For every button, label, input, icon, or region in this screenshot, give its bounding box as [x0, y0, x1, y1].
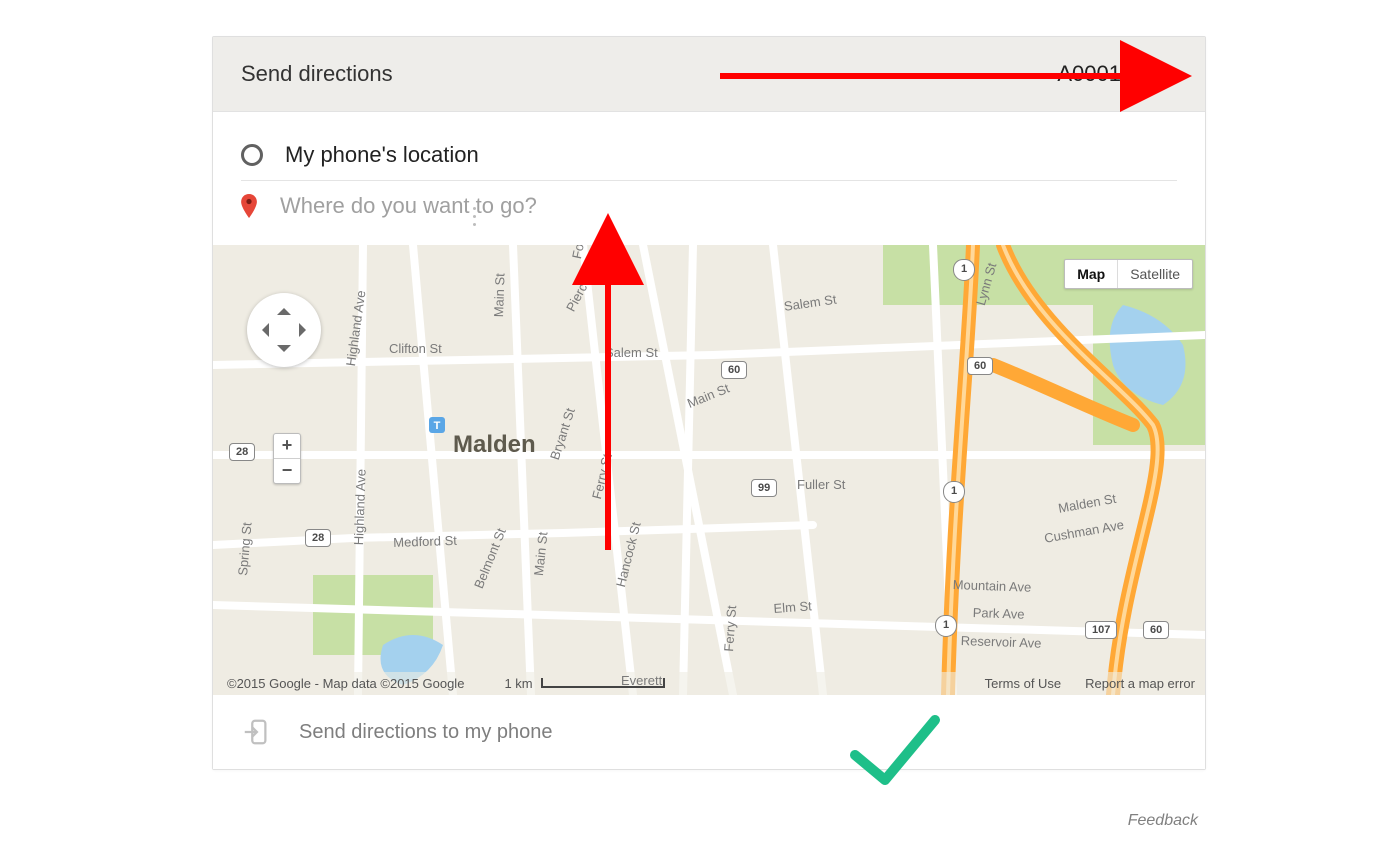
map-street-label: Medford St: [393, 533, 457, 550]
map-street-label: Reservoir Ave: [960, 633, 1041, 651]
map-route-shield: 1: [953, 259, 975, 281]
map-street-label: Ferry St: [721, 605, 739, 652]
map-route-shield: 1: [943, 481, 965, 503]
pan-up-icon: [277, 301, 291, 315]
feedback-link[interactable]: Feedback: [1128, 812, 1198, 830]
send-directions-card: Send directions A0001: [212, 36, 1206, 770]
map-scale-label: 1 km: [504, 676, 532, 691]
map-street-label: Everett: [621, 673, 662, 688]
device-picker[interactable]: A0001: [1057, 57, 1177, 91]
svg-text:T: T: [434, 420, 441, 432]
map-terms-link[interactable]: Terms of Use: [985, 676, 1062, 691]
header-title: Send directions: [241, 61, 393, 87]
phone-icon: [1131, 57, 1153, 91]
map-street-label: Fuller St: [797, 477, 845, 492]
pan-left-icon: [255, 323, 269, 337]
pan-right-icon: [299, 323, 313, 337]
map-type-satellite[interactable]: Satellite: [1118, 260, 1192, 288]
map-route-shield: 107: [1085, 621, 1117, 639]
map-street-label: Elm St: [773, 598, 812, 616]
map-type-map[interactable]: Map: [1065, 260, 1118, 288]
map-street-label: Park Ave: [972, 605, 1024, 622]
directions-inputs: [213, 112, 1205, 245]
map-route-shield: 99: [751, 479, 777, 497]
destination-pin-icon: [240, 194, 258, 218]
map-route-shield: 1: [935, 615, 957, 637]
card-footer: Send directions to my phone: [213, 695, 1205, 769]
map-street-label: Clifton St: [389, 341, 442, 356]
route-connector-dots: [473, 207, 476, 226]
map-street-label: Salem St: [605, 345, 658, 360]
map-street-label: Highland Ave: [351, 469, 369, 546]
map-street-label: Mountain Ave: [952, 577, 1031, 595]
map-route-shield: 60: [967, 357, 993, 375]
send-to-phone-icon: [241, 717, 271, 747]
map-copyright: ©2015 Google - Map data ©2015 Google: [227, 676, 464, 691]
send-to-phone-button[interactable]: Send directions to my phone: [299, 721, 553, 744]
destination-row: [241, 181, 1177, 231]
map-route-shield: 60: [721, 361, 747, 379]
device-name: A0001: [1057, 61, 1121, 87]
map-street-label: Main St: [491, 273, 508, 318]
map-report-link[interactable]: Report a map error: [1085, 676, 1195, 691]
map-footer: ©2015 Google - Map data ©2015 Google 1 k…: [213, 672, 1205, 695]
origin-row: [241, 130, 1177, 181]
chevron-down-icon: [1163, 70, 1177, 79]
origin-input[interactable]: [285, 138, 1177, 172]
pan-down-icon: [277, 345, 291, 359]
card-header: Send directions A0001: [213, 37, 1205, 112]
map-route-shield: 28: [305, 529, 331, 547]
pan-control[interactable]: [247, 293, 321, 367]
zoom-control: + −: [273, 433, 301, 484]
origin-icon: [241, 144, 263, 166]
map-type-toggle: Map Satellite: [1064, 259, 1193, 289]
map-route-shield: 28: [229, 443, 255, 461]
map-city-label: Malden: [453, 431, 536, 459]
map-route-shield: 60: [1143, 621, 1169, 639]
map-canvas[interactable]: T Malden + − Map Satellite ©2015 Google …: [213, 245, 1205, 695]
zoom-out-button[interactable]: −: [274, 459, 300, 483]
destination-input[interactable]: [280, 189, 1177, 223]
zoom-in-button[interactable]: +: [274, 434, 300, 459]
